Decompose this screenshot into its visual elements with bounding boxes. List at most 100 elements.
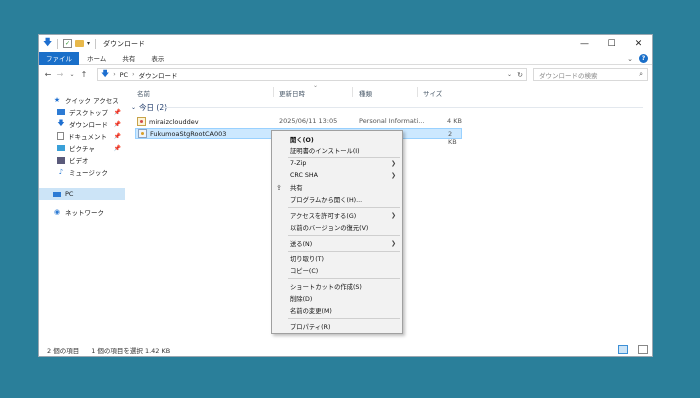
ribbon-right-controls: ⌄ ? — [627, 54, 648, 63]
submenu-arrow-icon: ❯ — [390, 240, 396, 247]
collapse-chevron-icon[interactable]: ⌄ — [131, 104, 136, 111]
address-dropdown-icon[interactable]: ⌄ — [507, 71, 512, 78]
menu-item-label: アクセスを許可する(G) — [290, 213, 357, 220]
window-controls: — ☐ ✕ — [571, 35, 652, 52]
large-icons-view-icon[interactable] — [638, 345, 648, 354]
download-icon: 🡇 — [57, 118, 65, 127]
menu-item-properties[interactable]: プロパティ(R) — [272, 321, 402, 332]
file-row[interactable]: miraizclouddev 2025/06/11 13:05 Personal… — [135, 116, 462, 127]
column-divider[interactable] — [417, 87, 418, 97]
help-icon[interactable]: ? — [639, 54, 648, 63]
group-header-today[interactable]: ⌄ 今日 (2) — [131, 102, 651, 112]
address-bar[interactable]: 🡇 › PC › ダウンロード ⌄ ↻ — [97, 68, 527, 81]
file-name: miraizclouddev — [149, 117, 199, 126]
menu-item-open[interactable]: 開く(O) — [272, 134, 402, 145]
tab-share[interactable]: 共有 — [114, 53, 143, 63]
status-item-count: 2 個の項目 — [47, 346, 80, 355]
tab-home[interactable]: ホーム — [79, 53, 114, 63]
column-date[interactable]: 更新日時 — [279, 88, 305, 98]
picture-icon — [57, 145, 65, 151]
down-arrow-icon[interactable]: 🡇 — [43, 39, 52, 48]
menu-item-cut[interactable]: 切り取り(T) — [272, 253, 402, 264]
music-icon: ♪ — [58, 168, 64, 176]
pin-icon[interactable]: 📌 — [114, 145, 121, 152]
column-type[interactable]: 種類 — [359, 88, 372, 98]
nav-quick-access-label: クイック アクセス — [65, 97, 119, 105]
menu-item-send-to[interactable]: 送る(N) ❯ — [272, 238, 402, 249]
tab-file[interactable]: ファイル — [39, 51, 79, 65]
video-icon — [57, 156, 65, 164]
properties-check-icon[interactable]: ✓ — [63, 39, 72, 48]
menu-item-7zip[interactable]: 7-Zip ❯ — [272, 158, 402, 169]
chevron-down-icon[interactable]: ⌄ — [627, 55, 633, 63]
pin-icon[interactable]: 📌 — [114, 121, 121, 128]
breadcrumb-pc[interactable]: PC — [120, 71, 128, 79]
breadcrumb-separator-icon[interactable]: › — [132, 71, 134, 78]
column-divider[interactable] — [273, 87, 274, 97]
up-arrow-icon[interactable]: ↑ — [78, 70, 90, 79]
menu-item-rename[interactable]: 名前の変更(M) — [272, 305, 402, 316]
ribbon-tabs: ファイル ホーム 共有 表示 ⌄ ? — [39, 51, 652, 65]
menu-divider — [288, 235, 400, 236]
menu-item-install-certificate[interactable]: 証明書のインストール(I) — [272, 145, 402, 156]
file-name: FukumoaStgRootCA003 — [150, 129, 227, 138]
breadcrumb-separator-icon[interactable]: › — [113, 71, 115, 78]
column-divider[interactable] — [352, 87, 353, 97]
submenu-arrow-icon: ❯ — [390, 160, 396, 167]
menu-item-share[interactable]: ⇪ 共有 — [272, 182, 402, 193]
new-folder-icon[interactable] — [75, 40, 84, 47]
nav-item-pictures[interactable]: ピクチャ 📌 — [39, 142, 125, 154]
forward-arrow-icon[interactable]: → — [54, 70, 66, 79]
tab-view[interactable]: 表示 — [143, 53, 172, 63]
nav-quick-access[interactable]: ★ クイック アクセス — [39, 94, 125, 106]
nav-item-label: ドキュメント — [68, 133, 107, 141]
nav-item-documents[interactable]: ドキュメント 📌 — [39, 130, 125, 142]
close-button[interactable]: ✕ — [625, 35, 652, 52]
menu-divider — [288, 318, 400, 319]
search-placeholder: ダウンロードの検索 — [539, 71, 598, 80]
details-view-icon[interactable] — [618, 345, 628, 354]
menu-item-open-with[interactable]: プログラムから開く(H)... — [272, 194, 402, 205]
status-selection: 1 個の項目を選択 1.42 KB — [91, 346, 171, 355]
pin-icon[interactable]: 📌 — [114, 133, 121, 140]
nav-item-downloads[interactable]: 🡇 ダウンロード 📌 — [39, 118, 125, 130]
nav-item-label: デスクトップ — [69, 109, 108, 117]
column-size[interactable]: サイズ — [423, 88, 442, 98]
pin-icon[interactable]: 📌 — [114, 109, 121, 116]
menu-item-crc-sha[interactable]: CRC SHA ❯ — [272, 170, 402, 181]
column-headers: 名前 更新日時 種類 サイズ — [135, 86, 465, 98]
document-icon — [57, 132, 64, 140]
menu-item-label: 共有 — [290, 185, 303, 192]
submenu-arrow-icon: ❯ — [390, 212, 396, 219]
menu-item-delete[interactable]: 削除(D) — [272, 293, 402, 304]
maximize-button[interactable]: ☐ — [598, 35, 625, 52]
certificate-file-icon — [138, 129, 147, 138]
nav-network[interactable]: ◉ ネットワーク — [39, 206, 125, 218]
refresh-icon[interactable]: ↻ — [517, 71, 523, 79]
menu-divider — [288, 278, 400, 279]
minimize-button[interactable]: — — [571, 35, 598, 52]
search-icon[interactable]: ⌕ — [639, 70, 643, 79]
nav-item-music[interactable]: ♪ ミュージック — [39, 166, 125, 178]
breadcrumb-downloads[interactable]: ダウンロード — [139, 70, 178, 80]
column-name[interactable]: 名前 — [137, 88, 150, 98]
menu-item-copy[interactable]: コピー(C) — [272, 265, 402, 276]
nav-pc[interactable]: PC — [39, 188, 125, 200]
nav-pc-label: PC — [65, 190, 74, 198]
address-row: ← → ⌄ ↑ 🡇 › PC › ダウンロード ⌄ ↻ ダウンロードの検索 ⌕ — [39, 66, 652, 83]
desktop-icon — [57, 109, 65, 115]
search-box[interactable]: ダウンロードの検索 ⌕ — [533, 68, 648, 81]
menu-item-restore-previous[interactable]: 以前のバージョンの復元(V) — [272, 222, 402, 233]
back-arrow-icon[interactable]: ← — [42, 70, 54, 79]
nav-item-videos[interactable]: ビデオ — [39, 154, 125, 166]
menu-item-create-shortcut[interactable]: ショートカットの作成(S) — [272, 281, 402, 292]
customize-toolbar-icon[interactable]: ▾ — [87, 40, 90, 47]
menu-item-give-access[interactable]: アクセスを許可する(G) ❯ — [272, 210, 402, 221]
menu-item-label: 7-Zip — [290, 160, 307, 167]
share-icon: ⇪ — [276, 183, 282, 192]
nav-item-desktop[interactable]: デスクトップ 📌 — [39, 106, 125, 118]
recent-locations-icon[interactable]: ⌄ — [66, 71, 78, 78]
context-menu: 開く(O) 証明書のインストール(I) 7-Zip ❯ CRC SHA ❯ ⇪ … — [271, 130, 403, 334]
window-title: ダウンロード — [103, 39, 146, 48]
toolbar-divider — [95, 38, 97, 49]
